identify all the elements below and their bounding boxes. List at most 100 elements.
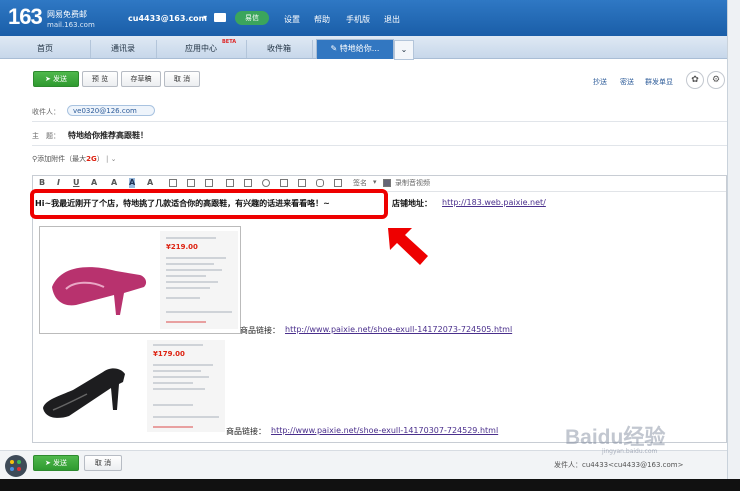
yixin-button[interactable]: 易信 [235, 11, 269, 25]
quantity-line [153, 426, 193, 428]
send-button[interactable]: ➤ 发送 [33, 71, 79, 87]
shop-label: 店铺地址： [392, 199, 432, 208]
color-option [153, 404, 193, 406]
dot [10, 467, 14, 471]
highlight-button[interactable]: A [129, 178, 136, 188]
send-icon: ➤ [44, 75, 54, 83]
underline-button[interactable]: U [73, 178, 80, 188]
footer-send-button[interactable]: ➤ 发送 [33, 455, 79, 471]
info-line [153, 376, 209, 378]
top-bar: 163 网易免费邮 mail.163.com cu4433@163.com ▾ … [0, 0, 727, 36]
bcc-link[interactable]: 密送 [620, 77, 634, 87]
separate-send-link[interactable]: 群发单显 [645, 77, 673, 87]
title-line [166, 237, 216, 239]
font-size-button[interactable]: A [91, 178, 97, 188]
info-line [166, 263, 214, 265]
attach-label: 添加附件 [37, 155, 66, 163]
info-line [153, 382, 193, 384]
list-icon[interactable] [187, 179, 195, 187]
italic-button[interactable]: I [57, 178, 60, 188]
microphone-icon[interactable] [316, 179, 324, 187]
mail-window: 163 网易免费邮 mail.163.com cu4433@163.com ▾ … [0, 0, 727, 480]
video-icon[interactable] [383, 179, 391, 187]
product-panel: ¥219.00 [160, 231, 238, 329]
gear-icon[interactable]: ⚙ [707, 71, 725, 89]
product-card[interactable]: ¥219.00 [39, 226, 241, 334]
shop-link[interactable]: http://183.web.paixie.net/ [442, 198, 546, 207]
subject-input[interactable]: 特地给你推荐高跟鞋！ [68, 130, 148, 141]
send-label: 发送 [53, 75, 68, 83]
attach-limit: 2G [86, 155, 97, 163]
product-price: ¥219.00 [166, 243, 198, 251]
cancel-button[interactable]: 取 消 [164, 71, 200, 87]
color-option [166, 297, 200, 299]
indent-icon[interactable] [205, 179, 213, 187]
account-name[interactable]: cu4433@163.com [128, 14, 207, 23]
dot [10, 460, 14, 464]
recipient-chip[interactable]: ve0320@126.com [67, 105, 155, 116]
help-link[interactable]: 帮助 [314, 14, 330, 25]
logo-title: 网易免费邮 [47, 10, 87, 19]
info-line [166, 287, 210, 289]
product-link-label: 商品链接： [226, 427, 266, 436]
table-icon[interactable] [280, 179, 288, 187]
divider [32, 121, 727, 122]
send-icon: ➤ [44, 459, 54, 467]
chevron-down-icon[interactable]: ▾ [203, 13, 207, 22]
calendar-icon[interactable] [334, 179, 342, 187]
dot [17, 467, 21, 471]
align-icon[interactable] [169, 179, 177, 187]
red-arrow-icon [388, 228, 428, 265]
product-link[interactable]: http://www.paixie.net/shoe-exull-1417207… [285, 325, 512, 334]
info-line [153, 364, 213, 366]
product-price: ¥179.00 [153, 350, 185, 358]
preview-button[interactable]: 预 览 [82, 71, 118, 87]
emoji-icon[interactable] [262, 179, 270, 187]
cc-link[interactable]: 抄送 [593, 77, 607, 87]
bold-button[interactable]: B [39, 178, 45, 188]
info-line [166, 269, 222, 271]
template-icon[interactable] [298, 179, 306, 187]
logo[interactable]: 163 [8, 6, 43, 28]
chevron-down-icon[interactable]: | ⌄ [106, 155, 116, 163]
product-link[interactable]: http://www.paixie.net/shoe-exull-1417030… [271, 426, 498, 435]
size-options [153, 416, 219, 418]
image-icon[interactable] [226, 179, 234, 187]
product-panel: ¥179.00 [147, 340, 225, 432]
envelope-icon[interactable] [214, 13, 226, 22]
edit-icon: ✎ [330, 44, 340, 53]
palette-icon[interactable]: ✿ [686, 71, 704, 89]
mobile-link[interactable]: 手机版 [346, 14, 370, 25]
strike-button[interactable]: A [147, 178, 153, 188]
product-card[interactable]: ¥179.00 [39, 340, 225, 432]
tab-compose[interactable]: ✎ 特地给你... [316, 39, 394, 59]
highlight-box [30, 189, 388, 219]
screenshot-icon[interactable] [244, 179, 252, 187]
tab-contacts[interactable]: 通讯录 [90, 40, 157, 58]
divider [32, 145, 727, 146]
info-line [166, 257, 226, 259]
signature-dropdown[interactable]: 签名 [353, 178, 367, 188]
tab-inbox[interactable]: 收件箱 [246, 40, 313, 58]
apps-icon[interactable] [5, 455, 27, 477]
chevron-down-icon[interactable]: ▾ [373, 178, 377, 186]
record-video-button[interactable]: 录制音视频 [395, 178, 430, 188]
add-attachment-link[interactable]: ⚲添加附件（最大2G） | ⌄ [32, 154, 116, 164]
to-label: 收件人： [32, 108, 60, 116]
save-draft-button[interactable]: 存草稿 [121, 71, 161, 87]
tab-home[interactable]: 首页 [0, 40, 91, 58]
title-line [153, 344, 203, 346]
more-tabs-button[interactable]: ⌄ [394, 40, 414, 60]
attach-limit-prefix: （最大 [65, 155, 87, 163]
scrollbar[interactable] [727, 0, 740, 491]
settings-link[interactable]: 设置 [284, 14, 300, 25]
logo-domain: mail.163.com [47, 21, 95, 29]
tab-compose-label: 特地给你... [339, 44, 380, 53]
footer-cancel-button[interactable]: 取 消 [84, 455, 122, 471]
sender-info[interactable]: 发件人：cu4433<cu4433@163.com> [554, 460, 683, 470]
watermark-url: jingyan.baidu.com [602, 448, 658, 455]
logout-link[interactable]: 退出 [384, 14, 400, 25]
font-color-button[interactable]: A [111, 178, 117, 188]
shoe-image [43, 368, 125, 418]
info-line [153, 370, 201, 372]
